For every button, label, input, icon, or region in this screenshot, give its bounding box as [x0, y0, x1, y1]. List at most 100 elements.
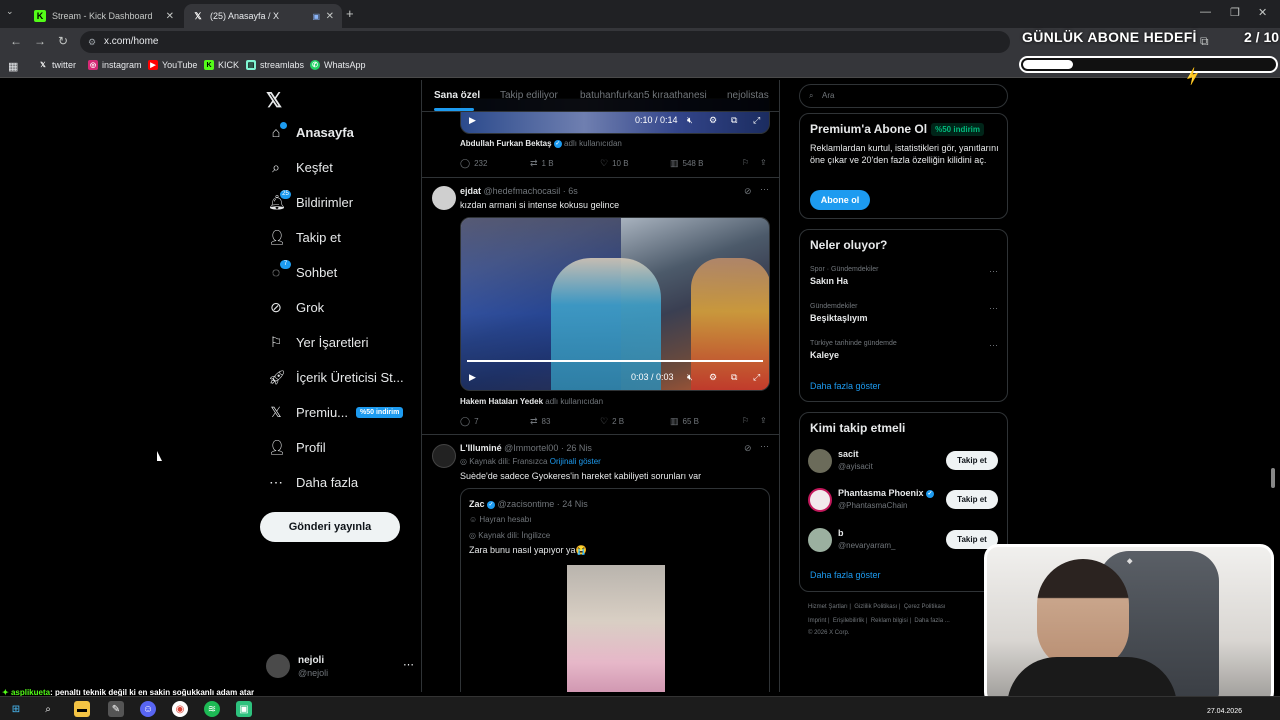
bookmark-instagram[interactable]: ◎ instagram	[88, 60, 142, 70]
back-icon[interactable]: ←	[10, 34, 22, 48]
nav-bookmarks[interactable]: ⚐ Yer İşaretleri	[268, 334, 369, 351]
play-icon[interactable]: ▶	[469, 115, 476, 126]
apps-icon[interactable]: ▦	[8, 60, 18, 73]
footer-link[interactable]: Erişilebilirlik	[833, 618, 864, 624]
share-icon[interactable]: ⇪	[760, 158, 767, 167]
avatar[interactable]	[808, 449, 832, 473]
follow-button[interactable]: Takip et	[946, 490, 998, 509]
more-icon[interactable]: ⋯	[760, 184, 769, 195]
close-icon[interactable]: ✕	[326, 11, 334, 22]
browser-tab-x[interactable]: 𝕏 (25) Anasayfa / X ▣ ✕	[184, 4, 342, 28]
search-input[interactable]: ⌕ Ara	[799, 84, 1008, 108]
pip-icon[interactable]: ⧉	[731, 372, 737, 383]
bookmark-whatsapp[interactable]: ✆ WhatsApp	[310, 60, 366, 70]
follow-button[interactable]: Takip et	[946, 451, 998, 470]
account-switcher[interactable]: nejoli @nejoli ⋯	[266, 652, 416, 682]
like-button[interactable]: ♡ 10 B	[600, 158, 629, 169]
quoted-tweet[interactable]: Zac ✓ @zacisontime · 24 Nis ☺ Hayran hes…	[460, 488, 770, 692]
nav-explore[interactable]: ⌕ Keşfet	[268, 159, 333, 176]
bookmark-button[interactable]: ⚐	[742, 158, 749, 167]
show-original-link[interactable]: Orijinali göster	[550, 457, 601, 466]
discord-icon[interactable]: ☺	[140, 701, 156, 717]
nav-profile[interactable]: 👤︎ Profil	[268, 439, 326, 456]
reload-icon[interactable]: ↻	[58, 34, 68, 48]
nav-follow[interactable]: 👤︎ Takip et	[268, 229, 341, 246]
trend-item[interactable]: Spor · Gündemdekiler Sakın Ha ⋯	[810, 266, 1000, 286]
tab-list-kiraathane[interactable]: batuhanfurkan5 kıraathanesi	[580, 90, 707, 101]
subscribe-button[interactable]: Abone ol	[810, 190, 870, 210]
quoted-image[interactable]	[567, 565, 665, 692]
forward-icon[interactable]: →	[34, 34, 46, 48]
tab-for-you[interactable]: Sana özel	[434, 90, 480, 101]
app-icon[interactable]: ✎	[108, 701, 124, 717]
browser-tab-kick[interactable]: K Stream - Kick Dashboard ✕	[26, 4, 182, 28]
tab-following[interactable]: Takip ediliyor	[500, 90, 558, 101]
chrome-icon[interactable]: ◉	[172, 701, 188, 717]
extensions-icon[interactable]: ⧉	[1200, 34, 1209, 49]
pip-icon[interactable]: ⧉	[731, 115, 737, 126]
search-icon[interactable]: ⌕	[40, 701, 56, 717]
footer-link[interactable]: Gizlilik Politikası	[854, 604, 897, 610]
windows-start-icon[interactable]: ⊞	[8, 701, 24, 717]
fullscreen-icon[interactable]: ⤢	[753, 115, 760, 126]
avatar[interactable]	[808, 488, 832, 512]
tab-search-icon[interactable]: ⌄	[6, 6, 20, 20]
trend-item[interactable]: Türkiye tarihinde gündemde Kaleye ⋯	[810, 340, 1000, 360]
nav-chat[interactable]: ◌ Sohbet 7	[268, 260, 337, 280]
grok-icon[interactable]: ⊘	[744, 443, 752, 454]
views-button[interactable]: ▥ 65 B	[670, 416, 699, 427]
footer-link[interactable]: Hizmet Şartları	[808, 604, 848, 610]
repost-button[interactable]: ⇄ 1 B	[530, 158, 554, 169]
file-explorer-icon[interactable]: ▬	[74, 701, 90, 717]
app-icon[interactable]: ▣	[236, 701, 252, 717]
nav-premium[interactable]: 𝕏 Premiu... %50 indirim	[268, 404, 404, 421]
show-more-link[interactable]: Daha fazla göster	[810, 381, 881, 391]
video-source[interactable]: Abdullah Furkan Bektaş ✓ adlı kullanıcıd…	[460, 139, 622, 148]
mute-icon[interactable]: 🔇︎	[687, 372, 693, 383]
video-progress-bar[interactable]	[467, 360, 763, 362]
avatar[interactable]	[432, 186, 456, 210]
spotify-icon[interactable]: ≋	[204, 701, 220, 717]
bookmark-kick[interactable]: K KICK	[204, 60, 239, 70]
trend-item[interactable]: Gündemdekiler Beşiktaşlıyım ⋯	[810, 303, 1000, 323]
grok-icon[interactable]: ⊘	[744, 186, 752, 197]
video-source[interactable]: Hakem Hataları Yedek adlı kullanıcıdan	[460, 397, 603, 406]
scrollbar-thumb[interactable]	[1271, 468, 1275, 488]
bookmark-streamlabs[interactable]: ▤ streamlabs	[246, 60, 304, 70]
x-logo-icon[interactable]: 𝕏	[266, 88, 282, 113]
footer-link[interactable]: Çerez Politikası	[904, 604, 946, 610]
post-button[interactable]: Gönderi yayınla	[260, 512, 400, 542]
url-bar[interactable]: ⚙ x.com/home	[80, 31, 1010, 53]
mute-icon[interactable]: 🔇︎	[687, 115, 693, 126]
fullscreen-icon[interactable]: ⤢	[753, 372, 760, 383]
reply-button[interactable]: ◯ 232	[460, 158, 487, 169]
close-icon[interactable]: ✕	[166, 11, 174, 22]
settings-icon[interactable]: ⚙	[709, 115, 717, 126]
bookmark-twitter[interactable]: 𝕏twitter	[38, 60, 76, 70]
footer-link[interactable]: Reklam bilgisi	[871, 618, 908, 624]
tweet-video[interactable]: ▶ 0:03 / 0:03 🔇︎ ⚙ ⧉ ⤢	[460, 217, 770, 391]
nav-notifications[interactable]: 🔔︎ Bildirimler 25	[268, 190, 353, 211]
tab-list-nejolistas[interactable]: nejolistas	[727, 90, 769, 101]
like-button[interactable]: ♡ 2 B	[600, 416, 624, 427]
footer-link[interactable]: Imprint	[808, 618, 826, 624]
nav-home[interactable]: ⌂ Anasayfa	[268, 122, 354, 140]
window-close-icon[interactable]: ✕	[1258, 6, 1267, 19]
footer-link[interactable]: Daha fazla ...	[914, 618, 949, 624]
views-button[interactable]: ▥ 548 B	[670, 158, 703, 169]
bookmark-button[interactable]: ⚐	[742, 416, 749, 425]
share-icon[interactable]: ⇪	[760, 416, 767, 425]
play-icon[interactable]: ▶	[469, 372, 476, 383]
show-more-link[interactable]: Daha fazla göster	[810, 570, 881, 580]
more-icon[interactable]: ⋯	[403, 658, 414, 671]
bookmark-youtube[interactable]: ▶ YouTube	[148, 60, 197, 70]
avatar[interactable]	[808, 528, 832, 552]
avatar[interactable]	[432, 444, 456, 468]
settings-icon[interactable]: ⚙	[709, 372, 717, 383]
more-icon[interactable]: ⋯	[989, 266, 998, 277]
nav-grok[interactable]: ⊘ Grok	[268, 299, 324, 316]
minimize-icon[interactable]: —	[1200, 6, 1211, 18]
restore-icon[interactable]: ❐	[1230, 6, 1240, 19]
more-icon[interactable]: ⋯	[989, 340, 998, 351]
author-name[interactable]: ejdat	[460, 186, 481, 196]
